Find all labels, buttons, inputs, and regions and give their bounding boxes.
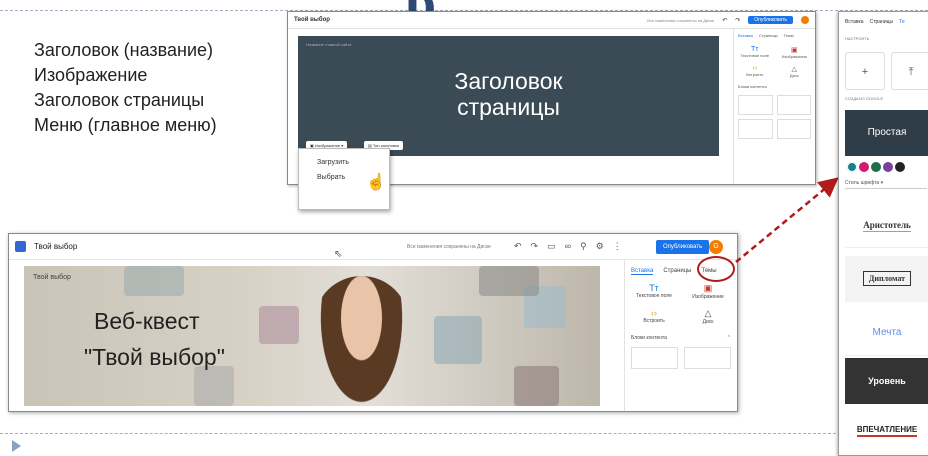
font-style-select[interactable]: Стиль шрифта ▾	[845, 180, 927, 189]
dashed-arrow	[735, 177, 839, 263]
swatch-selected[interactable]	[847, 162, 857, 172]
theme-impression[interactable]: ВПЕЧАТЛЕНИЕ	[845, 407, 928, 453]
swatch[interactable]	[895, 162, 905, 172]
theme-label: ВПЕЧАТЛЕНИЕ	[856, 425, 918, 437]
label-custom: НАСТРОИТЬ	[845, 36, 870, 41]
import-theme-button[interactable]: ⤒	[891, 52, 928, 90]
panel-tab-pages[interactable]: Страницы	[870, 19, 893, 25]
swatch[interactable]	[859, 162, 869, 172]
swatch[interactable]	[883, 162, 893, 172]
theme-label: Аристотель	[863, 220, 911, 232]
plus-icon: +	[861, 66, 869, 78]
themes-panel: Вставка Страницы Те НАСТРОИТЬ + ⤒ СОЗДАН…	[838, 11, 928, 456]
theme-aristotle[interactable]: Аристотель	[845, 202, 928, 248]
theme-level[interactable]: Уровень	[845, 358, 928, 404]
panel-tab-themes[interactable]: Те	[899, 19, 905, 25]
label-google: СОЗДАНО GOOGLE	[845, 96, 884, 101]
color-swatches	[847, 162, 907, 174]
font-style-label: Стиль шрифта	[845, 180, 880, 186]
swatch[interactable]	[871, 162, 881, 172]
theme-diplomat[interactable]: Дипломат	[845, 256, 928, 302]
bullet-triangle-icon	[12, 440, 21, 452]
theme-dream[interactable]: Мечта	[845, 310, 928, 356]
panel-tab-insert[interactable]: Вставка	[845, 19, 864, 25]
add-theme-button[interactable]: +	[845, 52, 885, 90]
theme-simple[interactable]: Простая	[845, 110, 928, 156]
theme-label: Дипломат	[862, 271, 912, 286]
upload-icon: ⤒	[908, 66, 914, 78]
bottom-divider	[0, 433, 836, 434]
